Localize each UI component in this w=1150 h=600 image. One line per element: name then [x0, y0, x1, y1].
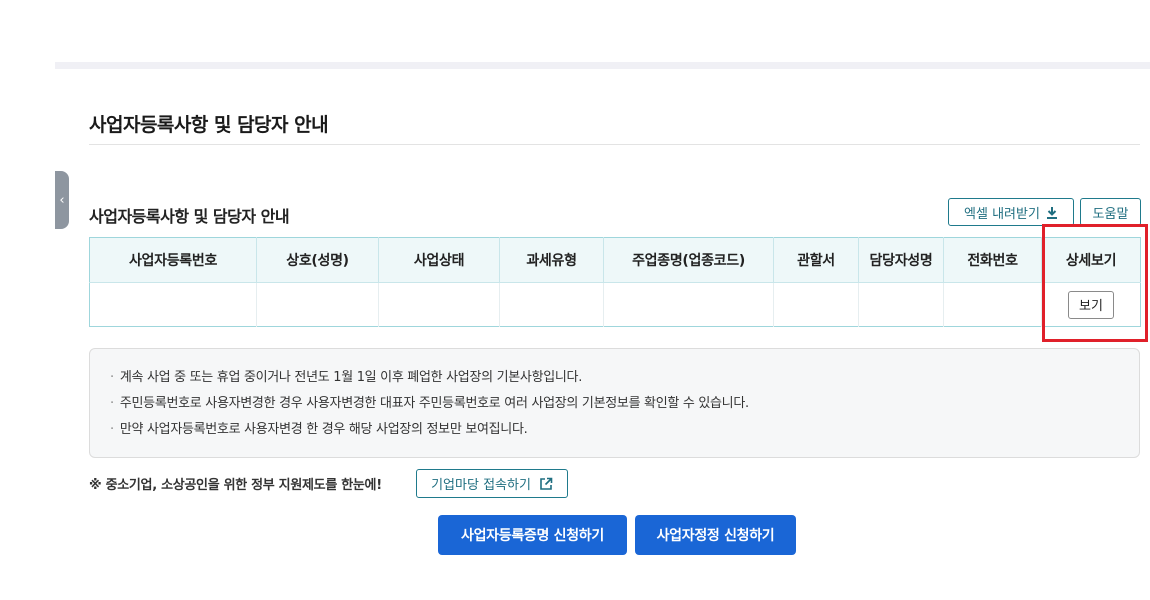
- column-header-registration-number: 사업자등록번호: [89, 237, 257, 283]
- info-note: 주민등록번호로 사용자변경한 경우 사용자변경한 대표자 주민등록번호로 여러 …: [110, 395, 1139, 421]
- column-header-main-industry: 주업종명(업종코드): [603, 237, 774, 283]
- column-header-phone: 전화번호: [943, 237, 1042, 283]
- column-header-trade-name: 상호(성명): [256, 237, 379, 283]
- column-header-detail: 상세보기: [1041, 237, 1141, 283]
- help-button[interactable]: 도움말: [1080, 198, 1141, 226]
- section-title: 사업자등록사항 및 담당자 안내: [89, 114, 329, 136]
- table-cell: [773, 282, 859, 327]
- registration-certificate-button[interactable]: 사업자등록증명 신청하기: [438, 515, 627, 555]
- excel-download-label: 엑셀 내려받기: [964, 206, 1040, 222]
- business-registration-table: 사업자등록번호 상호(성명) 사업상태 과세유형 주업종명(업종코드) 관할서 …: [89, 237, 1141, 327]
- bizinfo-link-button[interactable]: 기업마당 접속하기: [416, 469, 568, 498]
- column-header-manager-name: 담당자성명: [858, 237, 944, 283]
- info-note: 만약 사업자등록번호로 사용자변경 한 경우 해당 사업장의 정보만 보여집니다…: [110, 421, 1139, 447]
- table-row: 보기: [89, 282, 1141, 327]
- table-cell: [89, 282, 257, 327]
- column-header-business-status: 사업상태: [378, 237, 500, 283]
- view-detail-button[interactable]: 보기: [1068, 290, 1114, 319]
- chevron-left-icon: ‹: [59, 192, 65, 208]
- table-header-row: 사업자등록번호 상호(성명) 사업상태 과세유형 주업종명(업종코드) 관할서 …: [89, 237, 1141, 283]
- bizinfo-link-label: 기업마당 접속하기: [431, 478, 531, 493]
- table-cell: [256, 282, 379, 327]
- excel-download-button[interactable]: 엑셀 내려받기: [948, 198, 1074, 226]
- table-title: 사업자등록사항 및 담당자 안내: [89, 207, 290, 226]
- section-divider: [89, 144, 1140, 145]
- gov-support-text: ※ 중소기업, 소상공인을 위한 정부 지원제도를 한눈에!: [89, 478, 382, 493]
- external-link-icon: [540, 477, 553, 490]
- table-cell: [943, 282, 1042, 327]
- top-band: [55, 62, 1150, 69]
- table-cell: [858, 282, 944, 327]
- side-panel-toggle[interactable]: ‹: [55, 171, 69, 229]
- download-icon: [1046, 206, 1057, 219]
- table-cell: [603, 282, 774, 327]
- table-cell-detail: 보기: [1042, 283, 1141, 327]
- info-note: 계속 사업 중 또는 휴업 중이거나 전년도 1월 1일 이후 폐업한 사업장의…: [110, 369, 1139, 395]
- column-header-tax-office: 관할서: [773, 237, 859, 283]
- column-header-tax-type: 과세유형: [499, 237, 604, 283]
- table-cell: [499, 282, 604, 327]
- table-cell: [378, 282, 500, 327]
- registration-correction-button[interactable]: 사업자정정 신청하기: [635, 515, 796, 555]
- info-notes-box: 계속 사업 중 또는 휴업 중이거나 전년도 1월 1일 이후 폐업한 사업장의…: [89, 348, 1140, 458]
